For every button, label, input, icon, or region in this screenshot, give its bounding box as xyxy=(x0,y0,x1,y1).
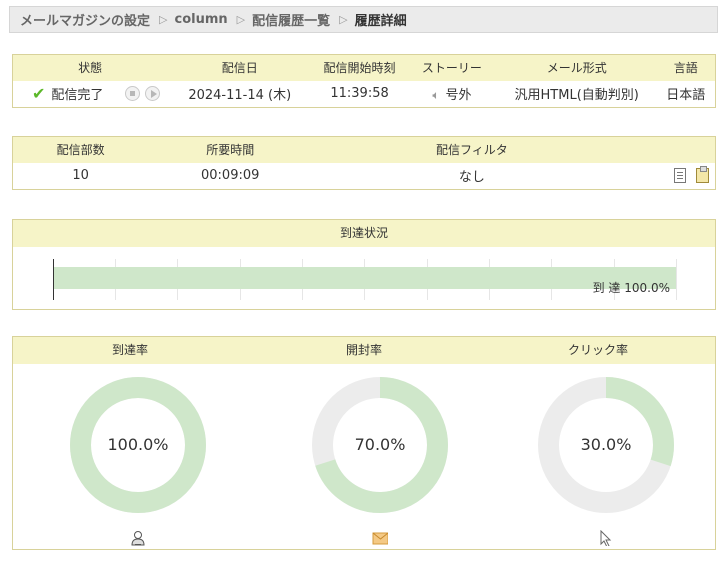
grid-line xyxy=(676,259,677,300)
user-icon xyxy=(131,531,145,546)
check-icon: ✔ xyxy=(32,84,46,104)
document-icon[interactable] xyxy=(674,168,686,184)
arrival-bar: 到 達 100.0% xyxy=(54,267,676,295)
rate-title-click: クリック率 xyxy=(567,343,628,357)
breadcrumb: メールマガジンの設定 ▷ column ▷ 配信履歴一覧 ▷ 履歴詳細 xyxy=(9,6,718,33)
start-time: 11:39:58 xyxy=(330,86,389,102)
delivery-date: 2024-11-14 (木) xyxy=(188,88,292,104)
delivery-filter: なし xyxy=(458,170,485,186)
language: 日本語 xyxy=(666,88,706,104)
breadcrumb-current: 履歴詳細 xyxy=(354,14,407,29)
stop-button[interactable] xyxy=(125,86,141,102)
status-cell: ✔ 配信完了 xyxy=(13,81,168,108)
breadcrumb-mailmag-settings[interactable]: メールマガジンの設定 xyxy=(20,10,150,29)
arrival-bar-label: 到 達 100.0% xyxy=(592,281,670,295)
arrival-rate-donut: 100.0% xyxy=(70,377,206,513)
click-rate-value: 30.0% xyxy=(580,435,632,454)
open-rate-donut: 70.0% xyxy=(312,377,448,513)
mail-format: 汎用HTML(自動判別) xyxy=(514,88,639,104)
delivery-status-table: 状態 配信日 配信開始時刻 ストーリー メール形式 言語 ✔ 配信完了 2024… xyxy=(12,54,716,108)
breadcrumb-separator: ▷ xyxy=(339,13,348,26)
play-button[interactable] xyxy=(145,86,161,102)
story-cell: 🔈︎ 号外 xyxy=(407,81,497,108)
header-filter: 配信フィルタ xyxy=(312,136,632,163)
rate-title-arrival: 到達率 xyxy=(111,343,148,357)
breadcrumb-separator: ▷ xyxy=(236,13,246,26)
rates-header: 到達率 開封率 クリック率 xyxy=(13,337,715,364)
breadcrumb-separator: ▷ xyxy=(159,13,168,26)
header-date: 配信日 xyxy=(167,54,313,81)
header-count: 配信部数 xyxy=(12,136,149,163)
duration: 00:09:09 xyxy=(201,168,260,184)
arrival-bar-chart: 到 達 100.0% xyxy=(53,259,677,300)
open-rate-value: 70.0% xyxy=(354,435,406,454)
story-text: 号外 xyxy=(445,88,472,104)
rate-title-open: 開封率 xyxy=(345,343,382,357)
rates-panel: 到達率 開封率 クリック率 100.0% 70.0% 30.0% xyxy=(12,336,716,550)
header-actions xyxy=(631,136,716,163)
arrival-rate-value: 100.0% xyxy=(107,435,169,454)
header-start-time: 配信開始時刻 xyxy=(312,54,408,81)
breadcrumb-column[interactable]: column xyxy=(174,12,227,27)
breadcrumb-history-list[interactable]: 配信履歴一覧 xyxy=(252,10,330,29)
click-rate-donut: 30.0% xyxy=(538,377,674,513)
header-duration: 所要時間 xyxy=(148,136,313,163)
header-language: 言語 xyxy=(656,54,716,81)
mail-icon xyxy=(372,532,388,545)
delivery-count: 10 xyxy=(72,168,89,184)
bar-axis xyxy=(53,259,54,300)
delivery-summary-table: 配信部数 所要時間 配信フィルタ 10 00:09:09 なし xyxy=(12,136,716,190)
speaker-icon: 🔈︎ xyxy=(432,88,440,103)
arrival-status-title: 到達状況 xyxy=(13,220,715,247)
header-format: メール形式 xyxy=(496,54,657,81)
clipboard-icon[interactable] xyxy=(696,166,709,184)
header-story: ストーリー xyxy=(407,54,497,81)
status-text: 配信完了 xyxy=(51,88,104,104)
header-status: 状態 xyxy=(12,54,168,81)
actions-cell xyxy=(632,163,716,190)
cursor-icon xyxy=(600,530,612,546)
arrival-status-panel: 到達状況 到 達 100.0% xyxy=(12,219,716,310)
